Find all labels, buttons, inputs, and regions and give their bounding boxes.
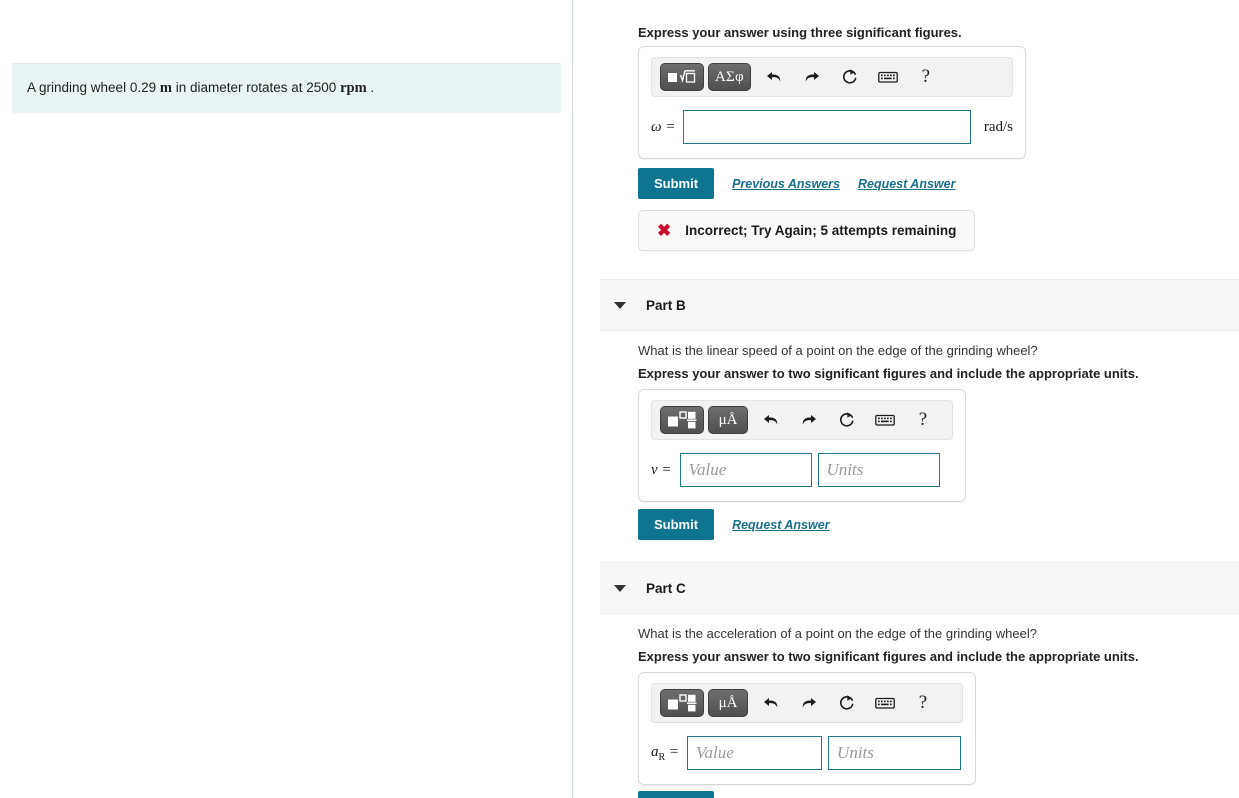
- part-a-actions: Submit Previous Answers Request Answer: [638, 168, 955, 199]
- help-icon[interactable]: ?: [908, 407, 938, 433]
- chevron-down-icon[interactable]: [614, 584, 626, 592]
- part-c-units-input[interactable]: [828, 736, 962, 770]
- part-b-title: Part B: [646, 297, 686, 313]
- part-c-title: Part C: [646, 580, 686, 596]
- reset-icon[interactable]: [832, 407, 862, 433]
- part-c-answer-card: μÅ ? aR = Value Units: [638, 672, 976, 785]
- reset-icon[interactable]: [835, 64, 865, 90]
- template-icon[interactable]: [660, 406, 704, 434]
- chevron-down-icon[interactable]: [614, 301, 626, 309]
- problem-text-after: .: [366, 80, 375, 95]
- reset-icon[interactable]: [832, 690, 862, 716]
- redo-icon[interactable]: [797, 64, 827, 90]
- undo-icon[interactable]: [756, 407, 786, 433]
- page-root: A grinding wheel 0.29 m in diameter rota…: [0, 0, 1239, 798]
- part-c-submit-button[interactable]: Submit: [638, 791, 715, 798]
- part-b-toolbar: μÅ ?: [651, 400, 953, 440]
- part-c-actions: Submit: [638, 791, 715, 798]
- part-a-feedback: ✖ Incorrect; Try Again; 5 attempts remai…: [638, 210, 976, 251]
- problem-statement: A grinding wheel 0.29 m in diameter rota…: [12, 63, 561, 114]
- part-a-toolbar: ΑΣφ ?: [651, 57, 1013, 97]
- part-a-answer-input[interactable]: [683, 110, 971, 144]
- problem-unit-meters: m: [159, 80, 172, 96]
- units-button[interactable]: μÅ: [708, 689, 748, 717]
- help-icon[interactable]: ?: [911, 64, 941, 90]
- keyboard-icon[interactable]: [870, 407, 900, 433]
- part-c-field-label: aR =: [651, 744, 679, 763]
- part-b-actions: Submit Request Answer: [638, 509, 830, 540]
- part-c-value-input[interactable]: [687, 736, 823, 770]
- part-c-header[interactable]: Part C: [600, 562, 1239, 614]
- part-a-field-label: ω =: [651, 118, 676, 135]
- redo-icon[interactable]: [794, 407, 824, 433]
- part-b-instruction: Express your answer to two significant f…: [638, 366, 1139, 381]
- units-button[interactable]: μÅ: [708, 406, 748, 434]
- template-icon[interactable]: [660, 63, 704, 91]
- help-icon[interactable]: ?: [908, 690, 938, 716]
- part-b-field-row: v =: [651, 453, 953, 487]
- part-c-toolbar: μÅ ?: [651, 683, 963, 723]
- part-b-field-label: v =: [651, 461, 672, 478]
- redo-icon[interactable]: [794, 690, 824, 716]
- part-b-submit-button[interactable]: Submit: [638, 509, 715, 540]
- part-c-question: What is the acceleration of a point on t…: [638, 626, 1037, 641]
- part-a-submit-button[interactable]: Submit: [638, 168, 715, 199]
- x-mark-icon: ✖: [657, 221, 672, 240]
- part-c-label-base: a: [651, 743, 659, 760]
- part-c-instruction: Express your answer to two significant f…: [638, 649, 1139, 664]
- part-b-question: What is the linear speed of a point on t…: [638, 343, 1038, 358]
- part-c-label-equals: =: [665, 743, 680, 760]
- part-a-field-row: ω = rad/s: [651, 110, 1013, 144]
- template-icon[interactable]: [660, 689, 704, 717]
- answer-pane: Express your answer using three signific…: [574, 0, 1239, 798]
- problem-text-before: A grinding wheel 0.29: [27, 80, 160, 95]
- part-b-request-answer-link[interactable]: Request Answer: [732, 518, 829, 532]
- greek-symbols-button[interactable]: ΑΣφ: [708, 63, 751, 91]
- problem-unit-rpm: rpm: [340, 80, 367, 96]
- part-c-field-row: aR =: [651, 736, 963, 770]
- part-a-unit-label: rad/s: [983, 118, 1013, 135]
- part-b-units-input[interactable]: [817, 453, 940, 487]
- part-a-answer-card: ΑΣφ ? ω = rad/s: [638, 46, 1026, 159]
- part-b-header[interactable]: Part B: [600, 279, 1239, 331]
- problem-pane: A grinding wheel 0.29 m in diameter rota…: [0, 0, 573, 798]
- keyboard-icon[interactable]: [873, 64, 903, 90]
- problem-text-middle: in diameter rotates at 2500: [171, 80, 341, 95]
- part-b-answer-card: μÅ ? v = Value Units: [638, 389, 966, 502]
- keyboard-icon[interactable]: [870, 690, 900, 716]
- part-a-instruction: Express your answer using three signific…: [638, 25, 962, 40]
- part-a-previous-answers-link[interactable]: Previous Answers: [732, 177, 840, 191]
- undo-icon[interactable]: [756, 690, 786, 716]
- part-b-value-input[interactable]: [679, 453, 812, 487]
- part-a-feedback-message: Incorrect; Try Again; 5 attempts remaini…: [685, 223, 957, 238]
- undo-icon[interactable]: [759, 64, 789, 90]
- part-a-request-answer-link[interactable]: Request Answer: [858, 177, 955, 191]
